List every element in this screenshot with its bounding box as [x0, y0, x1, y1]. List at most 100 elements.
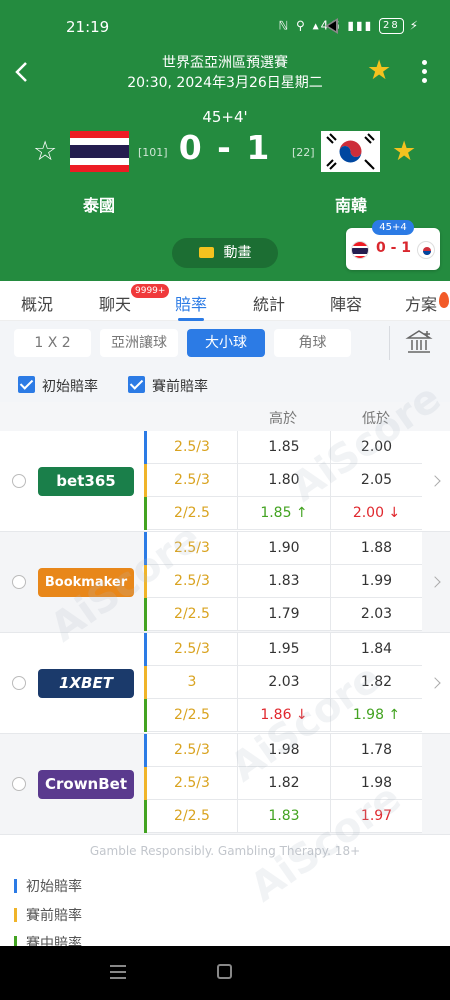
animation-button[interactable]: 動畫: [172, 238, 278, 268]
select-radio[interactable]: [12, 777, 26, 791]
line-cell: 2/2.5: [147, 699, 237, 732]
tab-stats[interactable]: 統計: [253, 291, 285, 315]
more-options-icon[interactable]: [422, 60, 428, 84]
responsible-gambling-note: Gamble Responsibly. Gambling Therapy. 18…: [89, 844, 361, 858]
header-under: 低於: [362, 411, 390, 427]
legend-initial: 初始賠率: [14, 876, 82, 896]
battery-icon: 28: [379, 18, 404, 34]
status-bar: 21:19 ℕ ⚲ ▴4G ▮▮▮ 28 ⚡: [0, 18, 450, 38]
over-cell: 1.98: [237, 734, 330, 767]
back-triangle-inner: [328, 21, 336, 31]
favorite-away-star-icon[interactable]: ★: [392, 136, 416, 167]
odds-row: 3 2.03 1.82: [144, 666, 422, 699]
mini-home-flag-icon: [351, 241, 369, 259]
status-icons: ℕ ⚲ ▴4G ▮▮▮ 28 ⚡: [279, 18, 420, 34]
charging-icon: ⚡: [409, 18, 420, 33]
favorite-match-star-icon[interactable]: ★: [367, 55, 391, 86]
under-cell: 2.00 ↓: [330, 497, 422, 530]
fire-icon: [439, 292, 449, 308]
legend-initial-label: 初始賠率: [26, 879, 82, 895]
home-team-rank: [101]: [138, 146, 168, 159]
animation-label: 動畫: [223, 245, 252, 261]
initial-odds-label: 初始賠率: [42, 379, 98, 395]
under-cell: 1.88: [330, 532, 422, 565]
under-cell: 1.97: [330, 800, 422, 833]
legend-pre-match: 賽前賠率: [14, 905, 82, 925]
initial-odds-checkbox[interactable]: [18, 376, 35, 393]
odds-row: 2.5/3 1.95 1.84: [144, 633, 422, 666]
match-minute: 45+4': [202, 108, 248, 126]
1xbet-logo: 1XBET: [38, 669, 134, 698]
over-cell: 1.90: [237, 532, 330, 565]
tab-plans[interactable]: 方案: [405, 291, 437, 315]
chat-count-badge: 9999+: [131, 284, 170, 298]
select-radio[interactable]: [12, 575, 26, 589]
under-cell: 1.98 ↑: [330, 699, 422, 732]
away-team-flag: [321, 131, 380, 172]
legend-pre-match-label: 賽前賠率: [26, 908, 82, 924]
over-cell: 1.95: [237, 633, 330, 666]
away-team-name[interactable]: 南韓: [335, 192, 367, 216]
pre-match-odds-checkbox[interactable]: [128, 376, 145, 393]
over-cell: 1.83: [237, 800, 330, 833]
line-cell: 2.5/3: [147, 464, 237, 497]
home-team-name[interactable]: 泰國: [83, 192, 115, 216]
over-cell: 2.03: [237, 666, 330, 699]
under-cell: 1.84: [330, 633, 422, 666]
status-time: 21:19: [66, 18, 110, 36]
bookmaker-select-icon[interactable]: [405, 328, 433, 356]
odds-row: 2.5/3 1.83 1.99: [144, 565, 422, 598]
tab-lineup[interactable]: 陣容: [330, 291, 362, 315]
tab-chat[interactable]: 聊天: [99, 291, 131, 315]
segment-1x2[interactable]: 1 X 2: [14, 329, 91, 357]
home-icon[interactable]: [217, 964, 232, 979]
tab-overview[interactable]: 概況: [21, 291, 53, 315]
favorite-home-star-icon[interactable]: ☆: [33, 136, 57, 167]
away-team-rank: [22]: [292, 146, 315, 159]
segment-corners[interactable]: 角球: [274, 329, 351, 357]
odds-row: 2/2.5 1.85 ↑ 2.00 ↓: [144, 497, 422, 530]
odds-row: 2/2.5 1.79 2.03: [144, 598, 422, 631]
over-cell: 1.85: [237, 431, 330, 464]
under-cell: 1.99: [330, 565, 422, 598]
mini-away-flag-icon: [417, 241, 435, 259]
segment-asian-handicap[interactable]: 亞洲讓球: [100, 329, 178, 357]
line-cell: 2.5/3: [147, 734, 237, 767]
under-cell: 2.03: [330, 598, 422, 631]
mini-minute-badge: 45+4: [372, 220, 414, 235]
over-cell: 1.83: [237, 565, 330, 598]
line-cell: 2.5/3: [147, 565, 237, 598]
odds-row: 2.5/3 1.98 1.78: [144, 734, 422, 767]
over-cell: 1.80: [237, 464, 330, 497]
tv-icon: [198, 247, 214, 258]
line-cell: 2.5/3: [147, 431, 237, 464]
recent-apps-icon[interactable]: [110, 965, 126, 983]
bet365-logo: bet365: [38, 467, 134, 496]
under-cell: 1.98: [330, 767, 422, 800]
under-cell: 2.05: [330, 464, 422, 497]
match-header: 21:19 ℕ ⚲ ▴4G ▮▮▮ 28 ⚡ 世界盃亞洲區預選賽 20:30, …: [0, 0, 450, 281]
odds-row: 2.5/3 1.80 2.05: [144, 464, 422, 497]
odds-row: 2/2.5 1.83 1.97: [144, 800, 422, 833]
tab-bar: 概況 聊天 賠率 統計 陣容 方案: [0, 281, 450, 321]
line-cell: 2.5/3: [147, 633, 237, 666]
over-cell: 1.86 ↓: [237, 699, 330, 732]
line-cell: 3: [147, 666, 237, 699]
line-cell: 2/2.5: [147, 800, 237, 833]
over-cell: 1.85 ↑: [237, 497, 330, 530]
select-radio[interactable]: [12, 676, 26, 690]
odds-row: 2.5/3 1.82 1.98: [144, 767, 422, 800]
odds-row: 2.5/3 1.85 2.00: [144, 431, 422, 464]
system-nav-bar: [0, 946, 450, 1000]
under-cell: 1.78: [330, 734, 422, 767]
mini-score: 0 - 1: [376, 240, 412, 256]
odds-row: 2/2.5 1.86 ↓ 1.98 ↑: [144, 699, 422, 732]
crownbet-logo: CrownBet: [38, 770, 134, 799]
tab-odds[interactable]: 賠率: [175, 291, 207, 315]
select-radio[interactable]: [12, 474, 26, 488]
odds-row: 2.5/3 1.90 1.88: [144, 532, 422, 565]
line-cell: 2.5/3: [147, 532, 237, 565]
under-cell: 2.00: [330, 431, 422, 464]
segment-over-under[interactable]: 大小球: [187, 329, 265, 357]
over-cell: 1.82: [237, 767, 330, 800]
